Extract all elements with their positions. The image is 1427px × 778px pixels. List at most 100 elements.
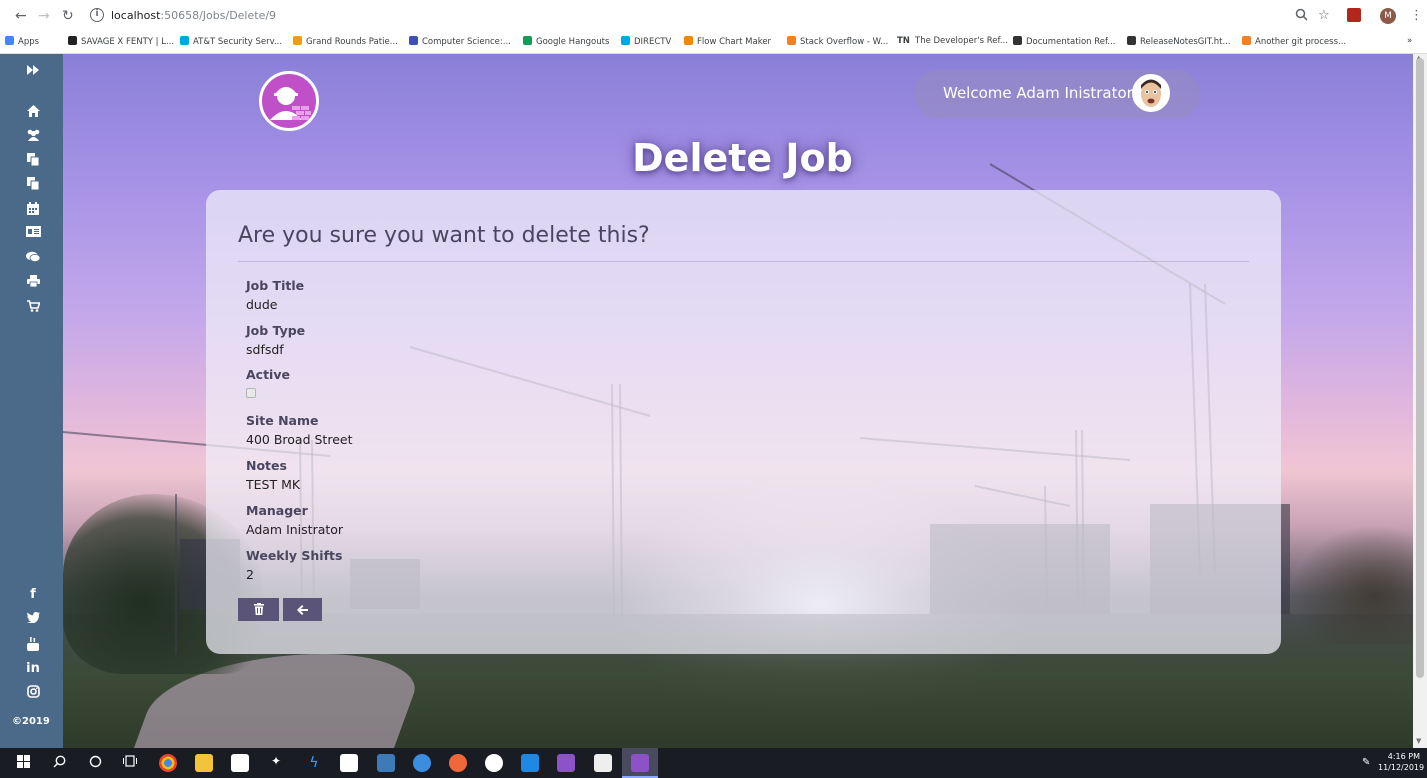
back-to-list-button[interactable] bbox=[283, 598, 322, 621]
bookmark-star-icon[interactable]: ☆ bbox=[1318, 8, 1330, 23]
zoom-icon[interactable] bbox=[1295, 8, 1308, 25]
bookmark-item[interactable]: Grand Rounds Patie... bbox=[293, 36, 398, 47]
active-window-tab[interactable] bbox=[622, 748, 658, 778]
bookmark-favicon-icon bbox=[1242, 36, 1251, 45]
twitter-icon[interactable] bbox=[25, 612, 41, 628]
menu-dots-icon[interactable]: ⋮ bbox=[1410, 8, 1423, 23]
pen-icon[interactable]: ✎ bbox=[1362, 757, 1370, 768]
bookmark-label: Flow Chart Maker bbox=[697, 37, 772, 47]
bookmark-item[interactable]: SAVAGE X FENTY | L... bbox=[68, 36, 174, 47]
windows-start-icon[interactable] bbox=[15, 755, 31, 771]
info-icon[interactable]: i bbox=[90, 8, 104, 22]
url-text[interactable]: localhost:50658/Jobs/Delete/9 bbox=[111, 9, 276, 22]
chat-icon[interactable] bbox=[25, 251, 41, 267]
python-icon[interactable] bbox=[377, 754, 395, 772]
linkedin-icon[interactable]: in bbox=[25, 661, 41, 677]
bookmarks-bar: Apps SAVAGE X FENTY | L... AT&T Security S… bbox=[0, 33, 1427, 54]
bookmark-favicon-icon bbox=[523, 36, 532, 45]
bookmark-item[interactable]: ReleaseNotesGIT.ht... bbox=[1127, 36, 1231, 47]
id-card-icon[interactable] bbox=[25, 226, 41, 242]
page-title: Delete Job bbox=[632, 136, 853, 180]
notepad-icon[interactable] bbox=[594, 754, 612, 772]
address-bar[interactable]: i localhost:50658/Jobs/Delete/9 bbox=[84, 5, 1339, 27]
bookmark-favicon-icon bbox=[409, 36, 418, 45]
bookmark-item[interactable]: Flow Chart Maker bbox=[684, 36, 771, 47]
system-clock[interactable]: 4:16 PM 11/12/2019 bbox=[1378, 751, 1424, 773]
bookmark-label: The Developer's Ref... bbox=[915, 36, 1008, 46]
visual-studio-icon[interactable] bbox=[557, 754, 575, 772]
bookmark-item[interactable]: Another git process... bbox=[1242, 36, 1346, 47]
field-label-job-title: Job Title bbox=[246, 278, 305, 293]
facebook-icon[interactable]: f bbox=[25, 587, 41, 603]
bookmark-item[interactable]: Documentation Ref... bbox=[1013, 36, 1115, 47]
cart-icon[interactable] bbox=[25, 300, 41, 316]
field-value-weekly-shifts: 2 bbox=[246, 567, 254, 582]
vscode-icon[interactable] bbox=[521, 754, 539, 772]
delete-button[interactable] bbox=[238, 598, 279, 621]
bookmark-label: SAVAGE X FENTY | L... bbox=[81, 37, 175, 47]
forward-icon[interactable]: → bbox=[38, 8, 50, 24]
bookmark-favicon-icon bbox=[684, 36, 693, 45]
bookmark-favicon-icon bbox=[1013, 36, 1022, 45]
bookmark-item[interactable]: DIRECTV bbox=[621, 36, 671, 47]
field-label-notes: Notes bbox=[246, 458, 287, 473]
extension-icon[interactable] bbox=[1347, 8, 1361, 22]
construction-logo[interactable] bbox=[259, 71, 319, 131]
bookmark-item[interactable]: Computer Science:... bbox=[409, 36, 511, 47]
bookmark-label: Grand Rounds Patie... bbox=[306, 37, 398, 47]
bookmark-favicon-icon bbox=[787, 36, 796, 45]
field-label-weekly-shifts: Weekly Shifts bbox=[246, 548, 343, 563]
active-checkbox bbox=[246, 388, 256, 398]
profile-avatar[interactable]: M bbox=[1380, 8, 1396, 24]
bookmark-favicon-icon bbox=[621, 36, 630, 45]
chrome-icon[interactable] bbox=[159, 754, 177, 772]
field-label-site-name: Site Name bbox=[246, 413, 319, 428]
browser-icon[interactable] bbox=[413, 754, 431, 772]
bookmark-item[interactable]: Apps bbox=[5, 36, 39, 47]
home-icon[interactable] bbox=[25, 105, 41, 121]
copy-icon[interactable] bbox=[25, 177, 41, 193]
bookmark-item[interactable]: AT&T Security Serv... bbox=[180, 36, 282, 47]
browser-toolbar: ← → ↻ i localhost:50658/Jobs/Delete/9 ☆ … bbox=[0, 0, 1427, 33]
field-value-site-name: 400 Broad Street bbox=[246, 432, 353, 447]
avatar[interactable] bbox=[1132, 74, 1170, 112]
mail-icon[interactable] bbox=[340, 754, 358, 772]
bookmark-favicon-icon bbox=[1127, 36, 1136, 45]
bookmark-item[interactable]: Stack Overflow - W... bbox=[787, 36, 888, 47]
print-icon[interactable] bbox=[25, 275, 41, 291]
back-icon[interactable]: ← bbox=[15, 8, 27, 24]
instagram-icon[interactable] bbox=[25, 685, 41, 701]
page-scrollbar[interactable]: ▲ ▼ bbox=[1413, 54, 1427, 748]
arrow-left-icon bbox=[297, 605, 308, 615]
users-icon[interactable] bbox=[25, 129, 41, 145]
field-value-notes: TEST MK bbox=[246, 477, 301, 492]
azure-icon[interactable]: ϟ bbox=[305, 754, 323, 772]
dropbox-icon[interactable]: ✦ bbox=[267, 754, 285, 772]
bookmark-label: Documentation Ref... bbox=[1026, 37, 1116, 47]
reload-icon[interactable]: ↻ bbox=[62, 8, 74, 24]
page-viewport: f in ©2019 Welcome Adam Inistrator Delet… bbox=[0, 54, 1427, 748]
file-explorer-icon[interactable] bbox=[195, 754, 213, 772]
search-icon[interactable] bbox=[51, 755, 67, 771]
github-icon[interactable] bbox=[485, 754, 503, 772]
bookmark-favicon-icon bbox=[5, 36, 14, 45]
copyright-text: ©2019 bbox=[12, 716, 50, 727]
clock-time: 4:16 PM bbox=[1387, 752, 1420, 761]
cortana-icon[interactable] bbox=[87, 755, 103, 771]
bookmark-item[interactable]: Google Hangouts bbox=[523, 36, 609, 47]
store-icon[interactable] bbox=[231, 754, 249, 772]
task-view-icon[interactable] bbox=[122, 755, 138, 771]
windows-taskbar: ✦ ϟ ✎ 4:16 PM 11/12/2019 bbox=[0, 748, 1427, 778]
more-bookmarks-icon[interactable]: » bbox=[1407, 36, 1412, 46]
app-icon[interactable] bbox=[449, 754, 467, 772]
bookmark-label: Apps bbox=[18, 37, 40, 47]
scrollbar-thumb[interactable] bbox=[1416, 58, 1424, 678]
expand-icon[interactable] bbox=[25, 64, 41, 80]
calendar-icon[interactable] bbox=[25, 202, 41, 218]
divider bbox=[238, 261, 1249, 262]
bookmark-label: Computer Science:... bbox=[422, 37, 511, 47]
youtube-icon[interactable] bbox=[25, 637, 41, 653]
scroll-down-icon[interactable]: ▼ bbox=[1416, 737, 1421, 745]
copy-icon[interactable] bbox=[25, 153, 41, 169]
bookmark-item[interactable]: The Developer's Ref... bbox=[915, 36, 1008, 46]
